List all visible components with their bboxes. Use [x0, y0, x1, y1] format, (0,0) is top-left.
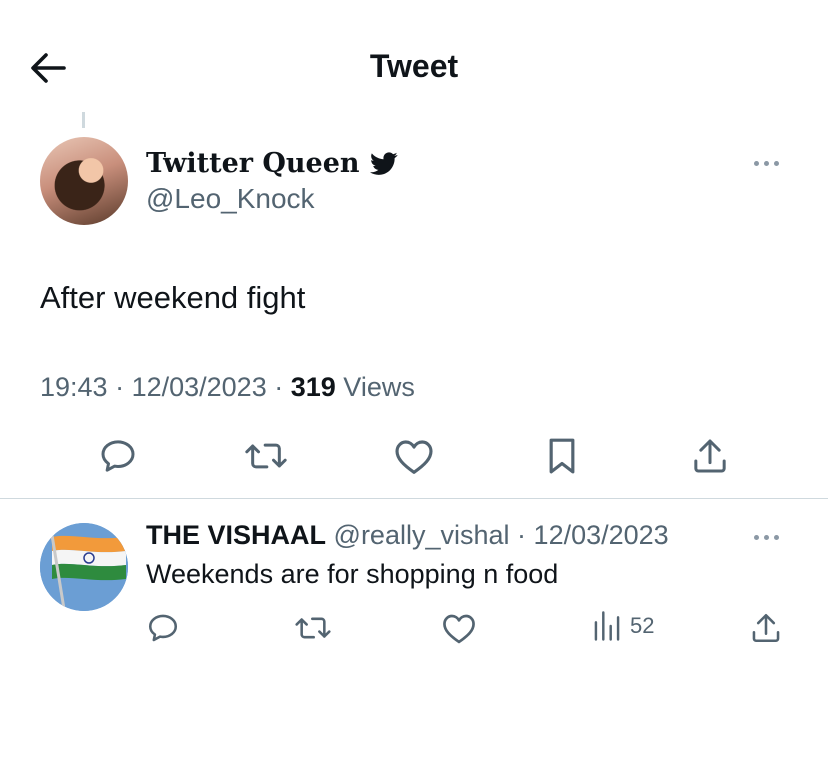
heart-icon [395, 440, 433, 474]
reply-views-button[interactable]: 52 [592, 610, 654, 642]
more-horizontal-icon[interactable] [754, 531, 786, 543]
reply-date[interactable]: 12/03/2023 [534, 520, 669, 550]
tweet-text: After weekend fight [40, 280, 306, 315]
reply-text: Weekends are for shopping n food [146, 559, 559, 589]
reply-icon [101, 440, 135, 472]
more-horizontal-icon[interactable] [754, 157, 786, 169]
reply-views-count: 52 [630, 613, 655, 638]
bar-chart-icon [594, 611, 620, 641]
tweet-time: 19:43 [40, 372, 108, 402]
reply-author-avatar[interactable] [40, 523, 128, 611]
thread-line [82, 112, 85, 128]
retweet-icon [245, 443, 287, 469]
author-name-row[interactable]: Twitter Queen [146, 148, 398, 179]
retweet-button[interactable] [244, 434, 288, 478]
reply-share-button[interactable] [744, 606, 788, 650]
author-name: Twitter Queen [146, 148, 360, 179]
views-count: 319 [290, 372, 336, 402]
page-title: Tweet [369, 48, 459, 84]
reply-author-name[interactable]: THE VISHAAL [146, 520, 326, 550]
reply-separator: · [517, 520, 527, 550]
reply-retweet-button[interactable] [291, 606, 335, 650]
reply-reply-button[interactable] [141, 606, 185, 650]
meta-separator: · [266, 372, 291, 402]
reply-icon [148, 614, 178, 642]
tweet-date[interactable]: 12/03/2023 [132, 372, 267, 402]
author-handle[interactable]: @Leo_Knock [146, 183, 315, 215]
share-button[interactable] [688, 434, 732, 478]
reply-author-handle[interactable]: @really_vishal [334, 520, 510, 550]
author-avatar[interactable] [40, 137, 128, 225]
bookmark-button[interactable] [540, 434, 584, 478]
bookmark-icon [549, 438, 575, 474]
like-button[interactable] [392, 434, 436, 478]
share-icon [752, 613, 780, 643]
meta-separator: · [107, 372, 132, 402]
tweet-meta: 19:43 · 12/03/2023 · 319 Views [40, 372, 415, 403]
reply-header: THE VISHAAL @really_vishal · 12/03/2023 [146, 520, 669, 551]
divider [0, 498, 828, 499]
reply-like-button[interactable] [437, 606, 481, 650]
twitter-bird-icon [369, 151, 398, 175]
retweet-icon [295, 617, 331, 639]
heart-icon [443, 614, 475, 644]
india-flag-image [40, 523, 128, 611]
reply-button[interactable] [96, 434, 140, 478]
views-label: Views [343, 372, 415, 402]
share-icon [694, 439, 726, 473]
